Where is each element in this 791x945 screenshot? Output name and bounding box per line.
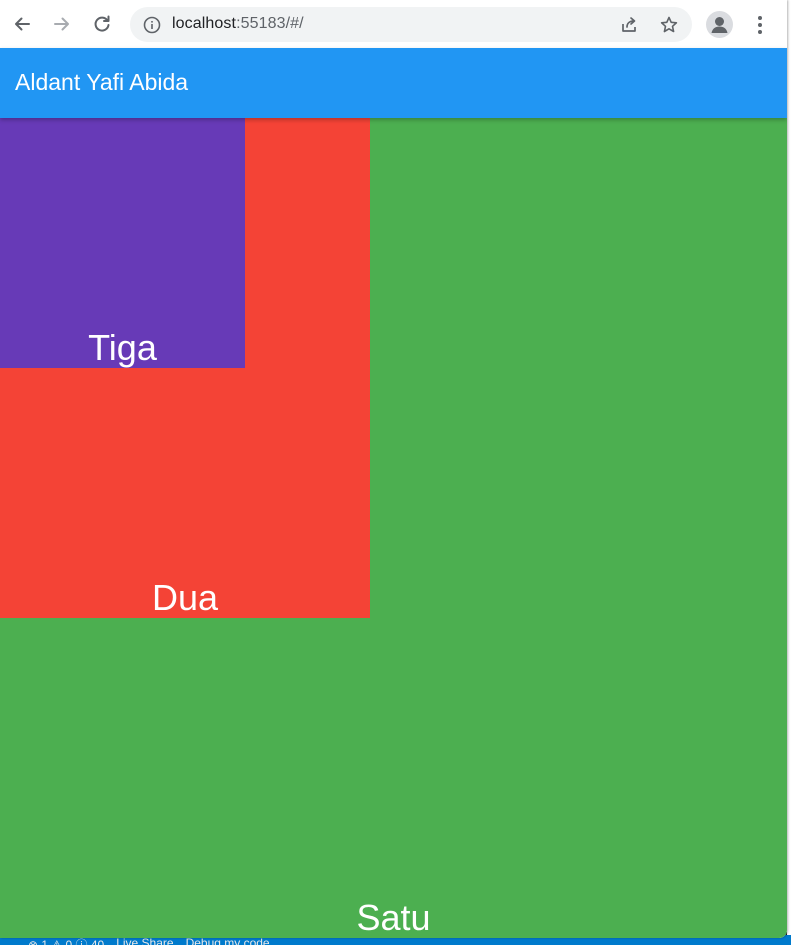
- bookmark-button[interactable]: [655, 11, 683, 39]
- forward-button[interactable]: [46, 8, 78, 40]
- reload-icon: [94, 15, 110, 32]
- share-button[interactable]: [615, 11, 643, 39]
- browser-window: localhost:55183/#/ Aldant Yafi Abida Sat…: [0, 0, 787, 938]
- address-bar[interactable]: localhost:55183/#/: [130, 7, 692, 42]
- box-dua-label: Dua: [151, 577, 219, 618]
- app-bar-title: Aldant Yafi Abida: [15, 69, 189, 95]
- person-icon: [711, 17, 728, 33]
- kebab-menu-icon: [758, 16, 762, 34]
- back-button[interactable]: [6, 8, 38, 40]
- arrow-right-icon: [54, 17, 69, 31]
- box-tiga: Tiga: [0, 118, 245, 368]
- arrow-left-icon: [15, 17, 30, 31]
- browser-toolbar: localhost:55183/#/: [0, 0, 787, 48]
- ide-editor-edge: [787, 0, 791, 945]
- box-tiga-label: Tiga: [88, 327, 157, 368]
- site-info-button[interactable]: [142, 15, 162, 35]
- page-content: Satu Dua Tiga: [0, 118, 787, 938]
- info-icon: [143, 16, 161, 34]
- url-path: :55183/#/: [236, 15, 304, 32]
- browser-menu-button[interactable]: [748, 10, 772, 40]
- app-bar: Aldant Yafi Abida: [0, 48, 787, 118]
- url-text: localhost:55183/#/: [172, 15, 304, 33]
- url-host: localhost: [172, 15, 237, 32]
- box-satu-label: Satu: [356, 897, 431, 938]
- share-icon: [622, 17, 636, 32]
- star-icon: [660, 16, 678, 33]
- profile-button[interactable]: [706, 11, 733, 38]
- reload-button[interactable]: [86, 8, 118, 40]
